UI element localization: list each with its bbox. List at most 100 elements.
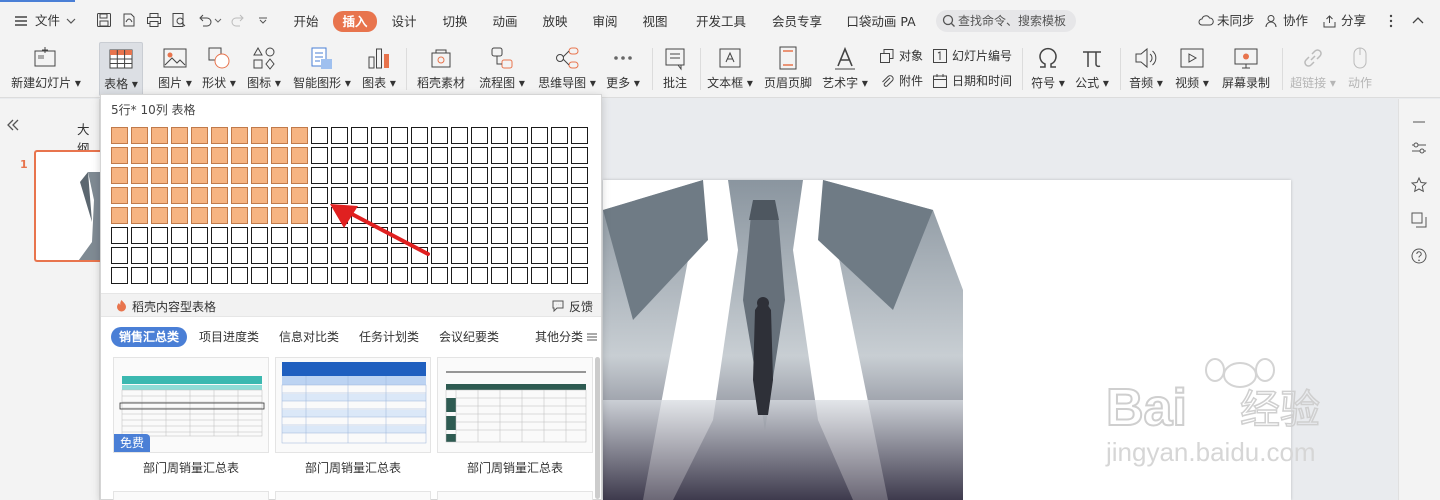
grid-cell[interactable]: [291, 167, 308, 184]
grid-cell[interactable]: [271, 167, 288, 184]
grid-cell[interactable]: [451, 167, 468, 184]
grid-cell[interactable]: [431, 127, 448, 144]
grid-cell[interactable]: [491, 207, 508, 224]
grid-cell[interactable]: [491, 187, 508, 204]
grid-cell[interactable]: [431, 147, 448, 164]
tab-pocket-animation[interactable]: 口袋动画 PA: [843, 11, 919, 32]
grid-cell[interactable]: [191, 167, 208, 184]
undo-dropdown-icon[interactable]: [214, 18, 222, 24]
grid-cell[interactable]: [411, 267, 428, 284]
grid-cell[interactable]: [211, 187, 228, 204]
grid-cell[interactable]: [151, 167, 168, 184]
grid-cell[interactable]: [131, 207, 148, 224]
grid-cell[interactable]: [331, 267, 348, 284]
grid-cell[interactable]: [231, 267, 248, 284]
grid-cell[interactable]: [451, 267, 468, 284]
slide-thumbnail[interactable]: [34, 150, 100, 262]
grid-cell[interactable]: [131, 167, 148, 184]
grid-cell[interactable]: [531, 227, 548, 244]
action-button[interactable]: 动作: [1342, 42, 1378, 96]
grid-cell[interactable]: [411, 167, 428, 184]
grid-cell[interactable]: [311, 167, 328, 184]
comment-button[interactable]: 批注: [657, 42, 693, 96]
grid-cell[interactable]: [231, 167, 248, 184]
grid-cell[interactable]: [231, 207, 248, 224]
more-vertical-icon[interactable]: [1388, 13, 1394, 29]
screen-record-button[interactable]: 屏幕录制: [1218, 42, 1274, 96]
grid-cell[interactable]: [171, 147, 188, 164]
grid-cell[interactable]: [531, 187, 548, 204]
share-button[interactable]: 分享: [1322, 10, 1366, 32]
grid-cell[interactable]: [351, 167, 368, 184]
grid-cell[interactable]: [271, 147, 288, 164]
grid-cell[interactable]: [491, 267, 508, 284]
grid-cell[interactable]: [451, 207, 468, 224]
grid-cell[interactable]: [151, 127, 168, 144]
grid-cell[interactable]: [131, 247, 148, 264]
grid-cell[interactable]: [511, 147, 528, 164]
audio-button[interactable]: 音频 ▾: [1126, 42, 1166, 96]
feedback-link[interactable]: 反馈: [552, 298, 593, 315]
grid-cell[interactable]: [551, 127, 568, 144]
template-card-partial[interactable]: [275, 491, 431, 500]
grid-cell[interactable]: [191, 207, 208, 224]
grid-cell[interactable]: [151, 187, 168, 204]
grid-cell[interactable]: [511, 127, 528, 144]
grid-cell[interactable]: [471, 127, 488, 144]
grid-cell[interactable]: [531, 147, 548, 164]
grid-cell[interactable]: [131, 147, 148, 164]
tab-home[interactable]: 开始: [286, 11, 326, 32]
grid-cell[interactable]: [251, 127, 268, 144]
grid-cell[interactable]: [271, 227, 288, 244]
grid-cell[interactable]: [151, 207, 168, 224]
template-card[interactable]: 免费: [113, 357, 269, 453]
grid-cell[interactable]: [491, 127, 508, 144]
grid-cell[interactable]: [291, 187, 308, 204]
grid-cell[interactable]: [291, 227, 308, 244]
grid-cell[interactable]: [531, 247, 548, 264]
smart-graphic-button[interactable]: 智能图形 ▾: [292, 42, 352, 96]
grid-cell[interactable]: [191, 127, 208, 144]
grid-cell[interactable]: [211, 167, 228, 184]
grid-cell[interactable]: [511, 187, 528, 204]
grid-cell[interactable]: [551, 267, 568, 284]
grid-cell[interactable]: [571, 207, 588, 224]
grid-cell[interactable]: [371, 267, 388, 284]
tab-design[interactable]: 设计: [384, 11, 424, 32]
grid-cell[interactable]: [351, 147, 368, 164]
grid-cell[interactable]: [491, 167, 508, 184]
grid-cell[interactable]: [271, 207, 288, 224]
grid-cell[interactable]: [411, 147, 428, 164]
grid-cell[interactable]: [211, 207, 228, 224]
template-card-partial[interactable]: [437, 491, 593, 500]
category-tab-other[interactable]: 其他分类: [535, 327, 597, 347]
grid-cell[interactable]: [271, 187, 288, 204]
grid-cell[interactable]: [391, 127, 408, 144]
grid-cell[interactable]: [231, 147, 248, 164]
mindmap-button[interactable]: 思维导图 ▾: [536, 42, 598, 96]
grid-cell[interactable]: [311, 147, 328, 164]
collapse-panel-icon[interactable]: [6, 119, 20, 131]
grid-cell[interactable]: [371, 127, 388, 144]
picture-button[interactable]: 图片 ▾: [155, 42, 195, 96]
template-card-partial[interactable]: [113, 491, 269, 500]
grid-cell[interactable]: [371, 167, 388, 184]
grid-cell[interactable]: [231, 187, 248, 204]
grid-cell[interactable]: [291, 207, 308, 224]
grid-cell[interactable]: [471, 267, 488, 284]
collab-button[interactable]: 协作: [1265, 10, 1308, 32]
template-caption[interactable]: 部门周销量汇总表: [275, 459, 431, 476]
grid-cell[interactable]: [571, 147, 588, 164]
template-card[interactable]: [275, 357, 431, 453]
grid-cell[interactable]: [551, 247, 568, 264]
help-icon[interactable]: [1410, 247, 1428, 265]
grid-cell[interactable]: [111, 127, 128, 144]
grid-cell[interactable]: [331, 147, 348, 164]
panel-handle-icon[interactable]: [1410, 113, 1428, 131]
grid-cell[interactable]: [531, 127, 548, 144]
grid-cell[interactable]: [551, 227, 568, 244]
formula-button[interactable]: 公式 ▾: [1072, 42, 1112, 96]
daoke-assets-button[interactable]: 稻壳素材: [414, 42, 468, 96]
grid-cell[interactable]: [311, 127, 328, 144]
grid-cell[interactable]: [431, 267, 448, 284]
